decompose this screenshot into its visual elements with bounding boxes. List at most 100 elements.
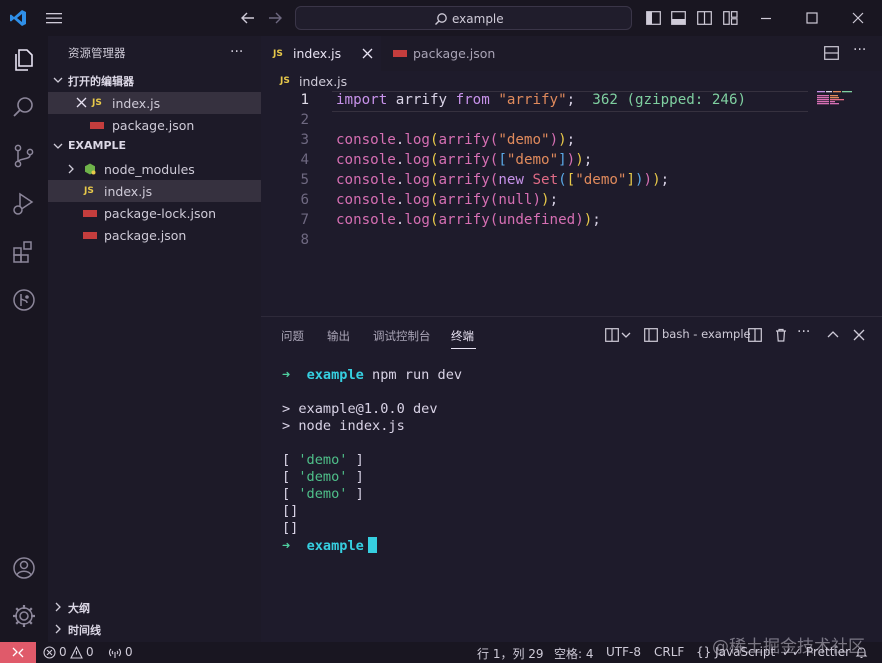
open-editor-label: index.js	[112, 96, 161, 111]
run-debug-icon[interactable]	[10, 190, 38, 218]
ports-count[interactable]: 0	[125, 645, 133, 659]
terminal-output-line: > example@1.0.0 dev	[282, 401, 438, 417]
close-icon[interactable]	[362, 48, 373, 59]
chevron-down-icon	[53, 77, 63, 83]
terminal-cursor	[367, 537, 377, 553]
timeline-section-header[interactable]: 时间线	[48, 618, 261, 640]
code-line-6: console.log(arrify(null));	[336, 192, 559, 208]
line-number: 5	[300, 172, 309, 188]
project-folder-label: EXAMPLE	[68, 139, 127, 152]
back-arrow-icon[interactable]	[240, 10, 256, 26]
split-terminal-icon[interactable]	[748, 328, 762, 342]
tab-index-js[interactable]: JS index.js	[261, 36, 381, 71]
timeline-label: 时间线	[68, 624, 101, 637]
terminal-output-line: [ 'demo' ]	[282, 452, 364, 468]
tab-debug-console[interactable]: 调试控制台	[373, 328, 431, 344]
panel-more-actions[interactable]: ···	[797, 324, 810, 340]
line-ending[interactable]: CRLF	[654, 645, 684, 659]
active-tab-indicator	[451, 348, 476, 349]
tree-item-package-json[interactable]: package.json	[48, 224, 261, 246]
open-editors-header[interactable]: 打开的编辑器	[48, 69, 261, 91]
maximize-panel-icon[interactable]	[826, 328, 840, 342]
source-control-icon[interactable]	[10, 142, 38, 170]
terminal-output-line: []	[282, 503, 299, 519]
chevron-down-icon	[53, 143, 63, 149]
terminal-output-line: [ 'demo' ]	[282, 486, 364, 502]
tab-label: package.json	[413, 46, 496, 61]
open-editor-item-index-js[interactable]: JS index.js	[48, 92, 261, 114]
chevron-right-icon	[55, 624, 61, 634]
explorer-sidebar: 资源管理器 ··· 打开的编辑器 JS index.js package.jso…	[48, 36, 261, 642]
breadcrumb: JS index.js	[261, 71, 882, 91]
customize-layout-icon[interactable]	[723, 11, 738, 25]
toggle-primary-sidebar-icon[interactable]	[646, 11, 661, 25]
close-panel-icon[interactable]	[852, 328, 866, 342]
terminal-name[interactable]: bash - example	[662, 327, 751, 341]
command-center-search[interactable]: example	[295, 6, 632, 30]
maximize-icon[interactable]	[804, 10, 820, 26]
toggle-secondary-sidebar-icon[interactable]	[697, 11, 712, 25]
js-file-icon: JS	[273, 49, 283, 59]
close-icon[interactable]	[76, 97, 87, 108]
settings-gear-icon[interactable]	[10, 602, 38, 630]
chevron-down-icon[interactable]	[621, 328, 631, 342]
line-number: 1	[300, 92, 309, 108]
warning-count[interactable]: 0	[86, 645, 94, 659]
encoding[interactable]: UTF-8	[606, 645, 641, 659]
tree-item-package-lock-json[interactable]: package-lock.json	[48, 202, 261, 224]
editor-more-actions[interactable]: ···	[853, 42, 866, 58]
minimap[interactable]	[817, 91, 853, 105]
tab-problems[interactable]: 问题	[281, 328, 304, 344]
open-editor-item-package-json[interactable]: package.json	[48, 114, 261, 136]
forward-arrow-icon[interactable]	[267, 10, 283, 26]
js-file-icon: JS	[280, 76, 290, 86]
js-file-icon: JS	[92, 98, 102, 108]
error-icon[interactable]	[43, 646, 56, 659]
title-bar: example	[0, 0, 882, 36]
trash-icon[interactable]	[774, 328, 788, 342]
search-icon	[435, 13, 447, 25]
tab-output[interactable]: 输出	[327, 328, 350, 344]
chevron-right-icon	[55, 602, 61, 612]
indentation[interactable]: 空格: 4	[554, 645, 594, 662]
error-count[interactable]: 0	[59, 645, 67, 659]
sidebar-more-actions[interactable]: ···	[230, 44, 243, 60]
line-number: 2	[300, 112, 309, 128]
terminal-active-prompt[interactable]: ➜ example	[282, 537, 377, 554]
tab-label: index.js	[293, 46, 342, 61]
account-icon[interactable]	[10, 554, 38, 582]
hamburger-menu-icon[interactable]	[46, 12, 62, 24]
tree-item-label: package-lock.json	[104, 206, 217, 221]
tree-item-label: package.json	[104, 228, 187, 243]
project-folder-header[interactable]: EXAMPLE	[48, 135, 261, 157]
chevron-right-icon	[68, 164, 74, 174]
npm-file-icon	[83, 210, 97, 217]
terminal-layout-icon[interactable]	[605, 328, 619, 342]
toggle-panel-icon[interactable]	[671, 11, 686, 25]
tree-item-label: index.js	[104, 184, 153, 199]
git-graph-icon[interactable]	[10, 286, 38, 314]
outline-section-header[interactable]: 大纲	[48, 596, 261, 618]
tree-item-node-modules[interactable]: node_modules	[48, 158, 261, 180]
bottom-panel: 问题 输出 调试控制台 终端 bash - example ··· ➜ exam…	[261, 316, 882, 642]
tab-terminal[interactable]: 终端	[451, 328, 474, 344]
code-editor[interactable]: 1 2 3 4 5 6 7 8 import arrify from "arri…	[261, 91, 882, 316]
tab-package-json[interactable]: package.json	[381, 36, 511, 71]
npm-file-icon	[90, 122, 104, 129]
line-number: 6	[300, 192, 309, 208]
npm-file-icon	[393, 50, 407, 57]
vscode-logo-icon[interactable]	[9, 9, 27, 27]
minimize-icon[interactable]	[758, 10, 774, 26]
search-icon[interactable]	[10, 94, 38, 122]
split-editor-icon[interactable]	[824, 46, 839, 60]
remote-indicator[interactable]	[0, 642, 36, 663]
tree-item-index-js[interactable]: JS index.js	[48, 180, 261, 202]
extensions-icon[interactable]	[10, 238, 38, 266]
cursor-position[interactable]: 行 1，列 29	[477, 645, 544, 662]
ports-icon[interactable]	[108, 646, 122, 659]
breadcrumb-file[interactable]: index.js	[299, 74, 347, 89]
explorer-icon[interactable]	[10, 46, 38, 74]
import-cost-hint: 362 (gzipped: 246)	[592, 92, 747, 108]
warning-icon[interactable]	[70, 646, 83, 659]
close-window-icon[interactable]	[850, 10, 866, 26]
